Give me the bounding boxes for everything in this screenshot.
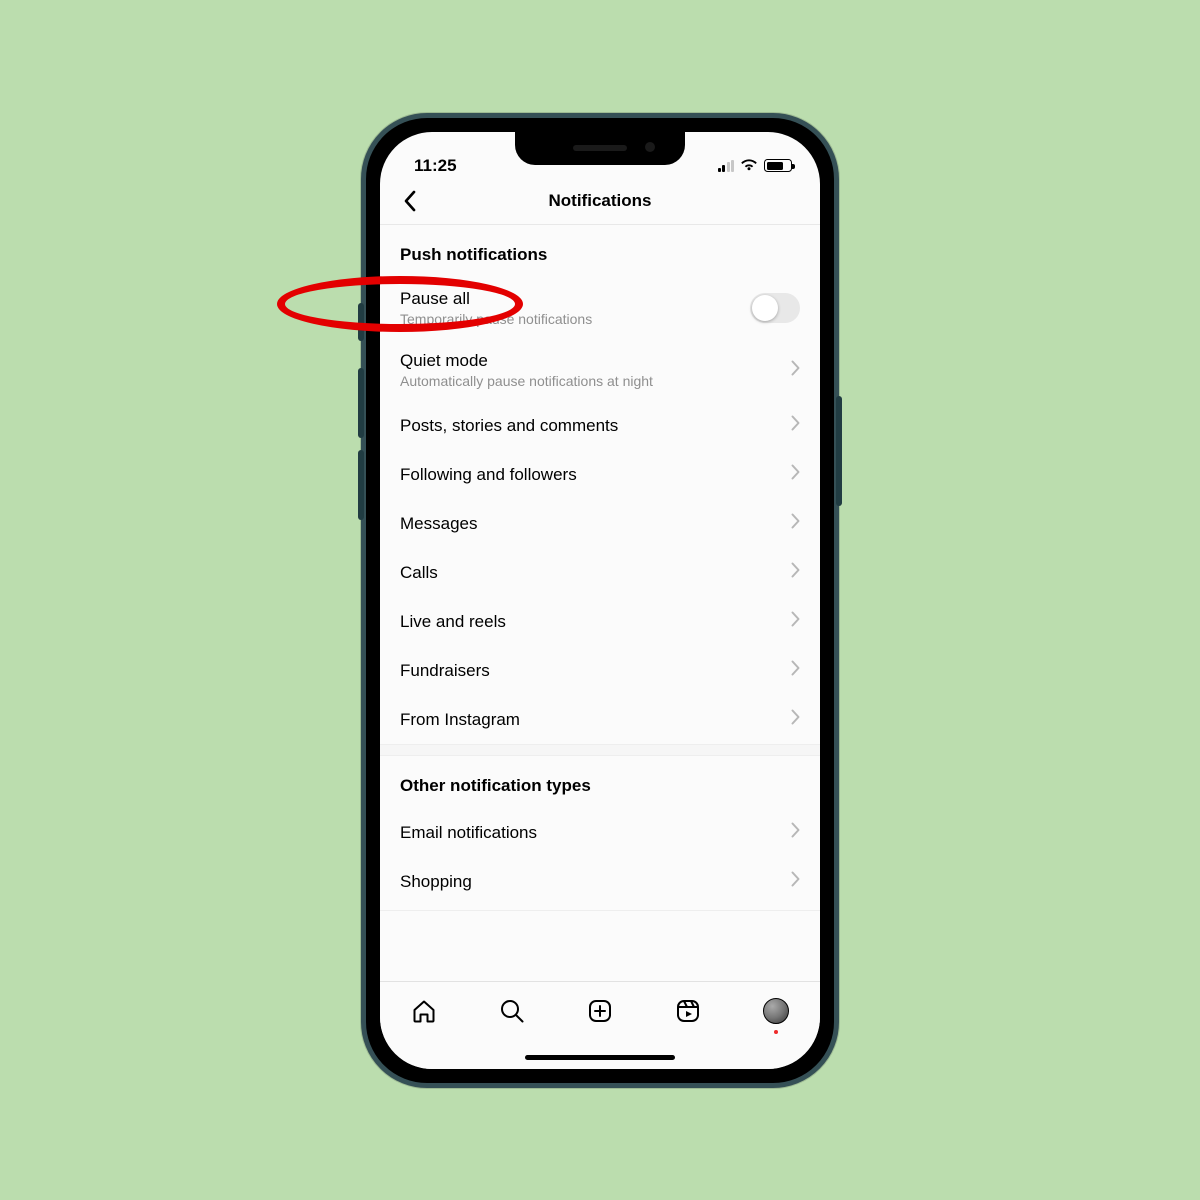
row-quiet-mode[interactable]: Quiet mode Automatically pause notificat…	[380, 339, 820, 401]
row-messages[interactable]: Messages	[380, 499, 820, 548]
row-label: Fundraisers	[400, 661, 783, 681]
row-calls[interactable]: Calls	[380, 548, 820, 597]
battery-icon	[764, 159, 792, 172]
section-header-push: Push notifications	[380, 225, 820, 277]
pause-all-sub: Temporarily pause notifications	[400, 311, 750, 327]
home-indicator	[525, 1055, 675, 1060]
plus-square-icon	[587, 998, 613, 1024]
status-right	[718, 156, 793, 176]
row-from-instagram[interactable]: From Instagram	[380, 695, 820, 744]
avatar-icon	[763, 998, 789, 1024]
row-label: Shopping	[400, 872, 783, 892]
section-separator	[380, 744, 820, 756]
tab-bar	[380, 981, 820, 1069]
notch	[515, 132, 685, 165]
chevron-right-icon	[791, 360, 800, 381]
row-posts-stories-comments[interactable]: Posts, stories and comments	[380, 401, 820, 450]
quiet-mode-sub: Automatically pause notifications at nig…	[400, 373, 783, 389]
search-icon	[499, 998, 525, 1024]
row-label: Live and reels	[400, 612, 783, 632]
row-email-notifications[interactable]: Email notifications	[380, 808, 820, 857]
cellular-icon	[718, 160, 735, 172]
side-button-volume-up	[358, 368, 364, 438]
chevron-right-icon	[791, 871, 800, 892]
pause-all-label: Pause all	[400, 289, 750, 309]
chevron-right-icon	[791, 464, 800, 485]
row-following-followers[interactable]: Following and followers	[380, 450, 820, 499]
wifi-icon	[740, 156, 758, 176]
side-button-volume-down	[358, 450, 364, 520]
tab-search[interactable]	[497, 996, 527, 1026]
row-fundraisers[interactable]: Fundraisers	[380, 646, 820, 695]
back-button[interactable]	[392, 183, 428, 219]
row-label: From Instagram	[400, 710, 783, 730]
row-shopping[interactable]: Shopping	[380, 857, 820, 906]
notification-dot-icon	[774, 1030, 778, 1034]
row-label: Posts, stories and comments	[400, 416, 783, 436]
chevron-right-icon	[791, 611, 800, 632]
row-label: Messages	[400, 514, 783, 534]
pause-all-toggle[interactable]	[750, 293, 800, 323]
nav-header: Notifications	[380, 178, 820, 225]
row-label: Calls	[400, 563, 783, 583]
row-pause-all[interactable]: Pause all Temporarily pause notification…	[380, 277, 820, 339]
side-button-power	[836, 396, 842, 506]
quiet-mode-label: Quiet mode	[400, 351, 783, 371]
status-time: 11:25	[414, 156, 457, 176]
chevron-right-icon	[791, 709, 800, 730]
row-label: Email notifications	[400, 823, 783, 843]
chevron-right-icon	[791, 562, 800, 583]
settings-list[interactable]: Push notifications Pause all Temporarily…	[380, 225, 820, 981]
side-button-silence	[358, 303, 364, 341]
chevron-left-icon	[403, 190, 417, 212]
section-header-other: Other notification types	[380, 756, 820, 808]
tab-create[interactable]	[585, 996, 615, 1026]
chevron-right-icon	[791, 513, 800, 534]
phone-frame: 11:25 Notifications Push notifications P…	[361, 113, 839, 1088]
row-label: Following and followers	[400, 465, 783, 485]
chevron-right-icon	[791, 660, 800, 681]
tab-reels[interactable]	[673, 996, 703, 1026]
chevron-right-icon	[791, 415, 800, 436]
tab-profile[interactable]	[761, 996, 791, 1026]
chevron-right-icon	[791, 822, 800, 843]
tab-home[interactable]	[409, 996, 439, 1026]
page-title: Notifications	[549, 191, 652, 211]
reels-icon	[675, 998, 701, 1024]
home-icon	[411, 998, 437, 1024]
screen: 11:25 Notifications Push notifications P…	[380, 132, 820, 1069]
row-live-reels[interactable]: Live and reels	[380, 597, 820, 646]
